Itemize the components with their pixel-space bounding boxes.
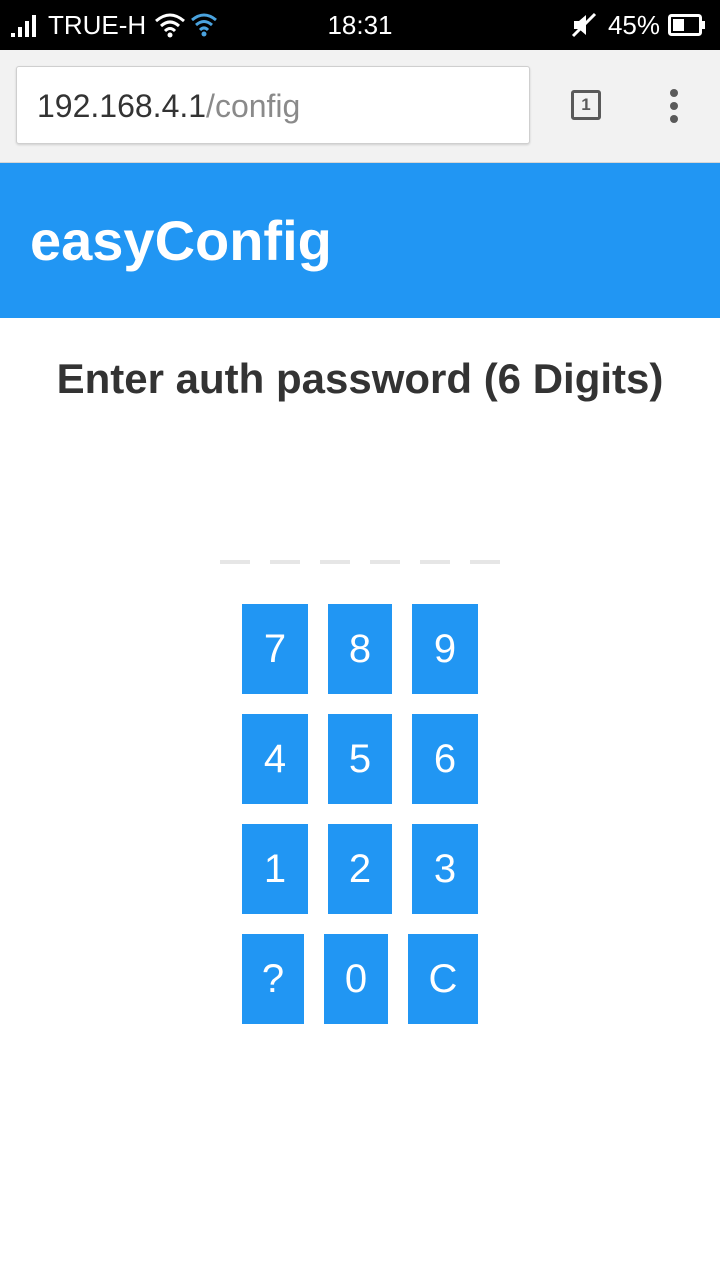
- pin-slot: [220, 560, 250, 564]
- url-bar[interactable]: 192.168.4.1/config: [16, 66, 530, 144]
- pin-slot: [420, 560, 450, 564]
- url-host: 192.168.4.1: [37, 88, 207, 124]
- key-clear[interactable]: C: [408, 934, 478, 1024]
- auth-prompt: Enter auth password (6 Digits): [56, 355, 664, 402]
- key-7[interactable]: 7: [242, 604, 308, 694]
- key-2[interactable]: 2: [328, 824, 392, 914]
- key-4[interactable]: 4: [242, 714, 308, 804]
- key-9[interactable]: 9: [412, 604, 478, 694]
- key-3[interactable]: 3: [412, 824, 478, 914]
- pin-slot: [370, 560, 400, 564]
- key-1[interactable]: 1: [242, 824, 308, 914]
- status-bar: TRUE-H 18:31 45%: [0, 0, 720, 50]
- pin-slot: [470, 560, 500, 564]
- key-6[interactable]: 6: [412, 714, 478, 804]
- key-0[interactable]: 0: [324, 934, 388, 1024]
- pin-slot: [320, 560, 350, 564]
- battery-icon: [668, 14, 705, 36]
- battery-percent: 45%: [607, 9, 660, 40]
- pin-slot: [270, 560, 300, 564]
- browser-toolbar: 192.168.4.1/config 1: [0, 50, 720, 163]
- mute-icon: [571, 12, 597, 38]
- key-8[interactable]: 8: [328, 604, 392, 694]
- url-path: /config: [206, 88, 301, 124]
- app-title: easyConfig: [30, 209, 332, 272]
- app-header: easyConfig: [0, 163, 720, 318]
- pin-display: [220, 560, 502, 564]
- tab-switcher-button[interactable]: 1: [571, 90, 601, 120]
- key-5[interactable]: 5: [328, 714, 392, 804]
- overflow-menu-icon[interactable]: [664, 88, 684, 124]
- key-help[interactable]: ?: [242, 934, 304, 1024]
